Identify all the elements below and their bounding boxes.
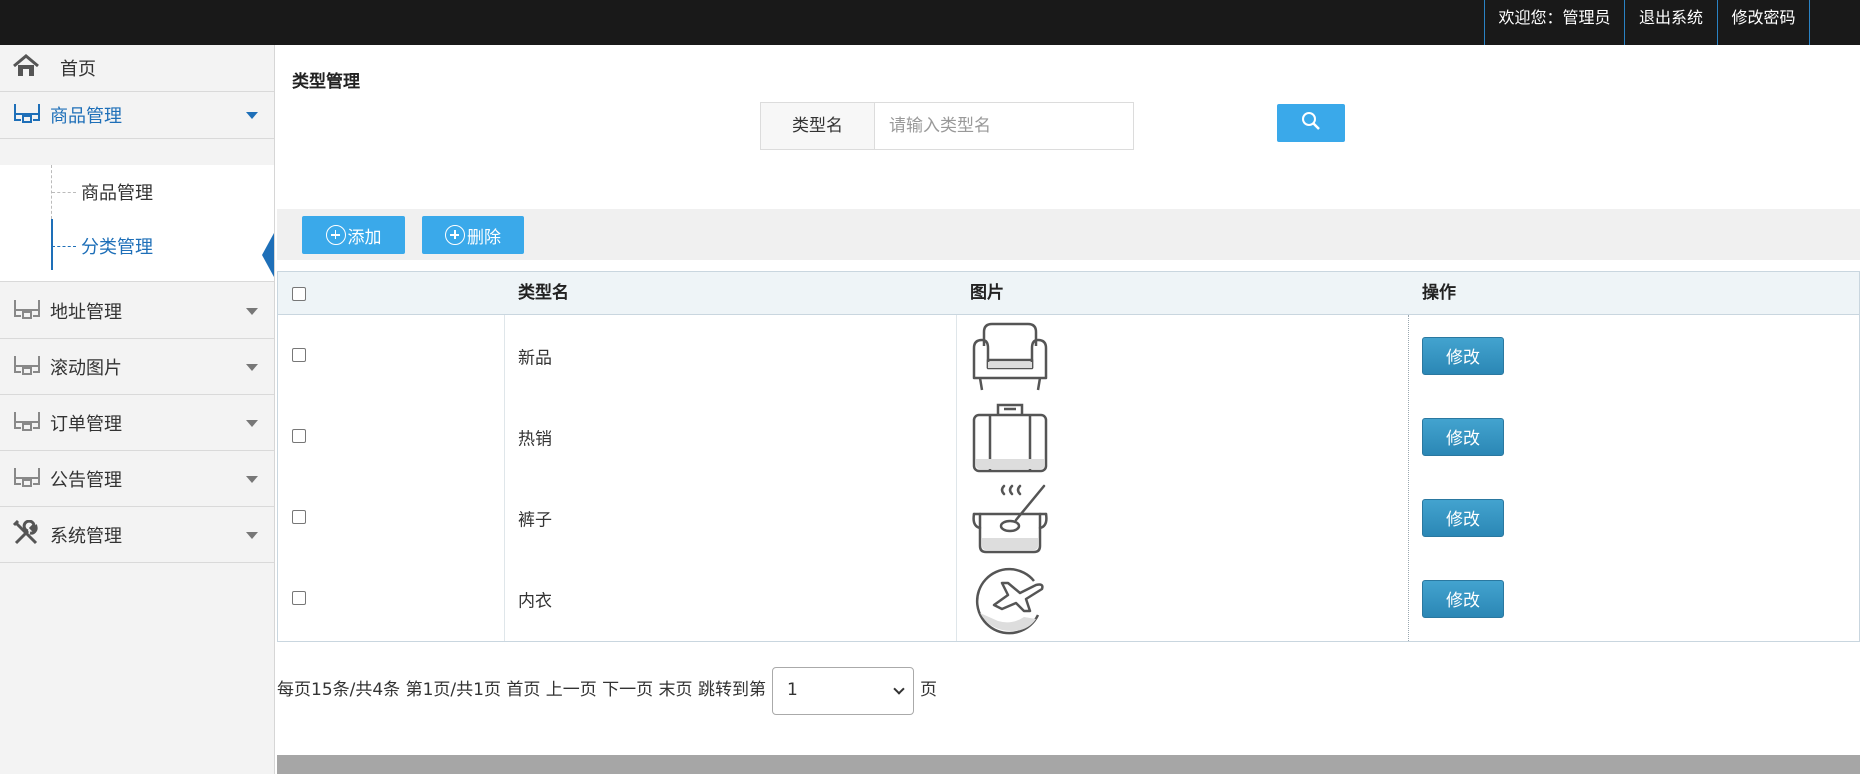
select-all-checkbox[interactable]	[292, 287, 306, 301]
add-button[interactable]: 添加	[302, 216, 405, 254]
edit-button[interactable]: 修改	[1422, 417, 1504, 456]
page-select[interactable]: 1	[772, 667, 914, 715]
chevron-down-icon	[246, 112, 258, 119]
search-group: 类型名	[760, 102, 1134, 150]
category-name: 热销	[518, 429, 552, 449]
table-row: 新品 修改	[278, 315, 1859, 396]
network-icon	[12, 102, 42, 128]
chevron-down-icon	[893, 683, 905, 695]
network-icon	[12, 410, 42, 436]
sidebar-group-products[interactable]: 商品管理	[0, 92, 274, 139]
table-header: 类型名 图片 操作	[278, 272, 1859, 315]
submenu-item-label: 分类管理	[81, 237, 153, 258]
column-header-name: 类型名	[518, 283, 569, 303]
tree-branch	[52, 246, 76, 247]
sidebar-item-label: 首页	[60, 59, 96, 80]
tools-icon	[12, 519, 40, 550]
sidebar-item-label: 订单管理	[50, 413, 122, 435]
network-icon	[12, 466, 42, 492]
cooking-pot-icon	[968, 480, 1052, 556]
main-content: 类型管理 类型名 添加 删除 类型名 图片 操作 新品	[277, 52, 1860, 774]
logout-link[interactable]: 退出系统	[1625, 0, 1718, 45]
pagination-suffix: 页	[920, 680, 937, 700]
sidebar-item-label: 地址管理	[50, 301, 122, 323]
table-row: 热销 修改	[278, 396, 1859, 477]
category-name: 内衣	[518, 591, 552, 611]
sidebar: 首页 商品管理 商品管理 分类管理 地址管理 滚动图片 订单管理 公告管理 系统…	[0, 45, 275, 774]
chevron-down-icon	[246, 475, 258, 483]
change-password-link[interactable]: 修改密码	[1718, 0, 1810, 45]
page-title: 类型管理	[292, 72, 360, 92]
submenu-products: 商品管理 分类管理	[0, 165, 274, 282]
submenu-item-products[interactable]: 商品管理	[0, 165, 274, 219]
toolbar: 添加 删除	[277, 209, 1860, 260]
chevron-down-icon	[246, 307, 258, 315]
sidebar-group-address[interactable]: 地址管理	[0, 283, 274, 339]
submenu-item-label: 商品管理	[81, 183, 153, 204]
delete-button-label: 删除	[467, 227, 501, 248]
search-button[interactable]	[1277, 104, 1345, 142]
table-row: 裤子 修改	[278, 477, 1859, 558]
sidebar-item-label: 滚动图片	[50, 357, 122, 379]
suitcase-icon	[968, 399, 1052, 475]
row-checkbox[interactable]	[292, 510, 306, 524]
category-name: 裤子	[518, 510, 552, 530]
edit-button[interactable]: 修改	[1422, 579, 1504, 618]
category-table: 类型名 图片 操作 新品 修改 热销 修改 裤子 修改 内衣 修改	[277, 271, 1860, 642]
page-select-value: 1	[787, 680, 798, 700]
chevron-down-icon	[246, 363, 258, 371]
row-checkbox[interactable]	[292, 348, 306, 362]
pagination-text: 每页15条/共4条 第1页/共1页 首页 上一页 下一页 末页 跳转到第	[277, 680, 766, 700]
add-button-label: 添加	[347, 227, 382, 248]
sidebar-item-label: 商品管理	[50, 106, 122, 127]
column-header-image: 图片	[970, 283, 1004, 303]
network-icon	[12, 298, 42, 324]
category-name: 新品	[518, 348, 552, 368]
sidebar-group-notices[interactable]: 公告管理	[0, 451, 274, 507]
edit-button[interactable]: 修改	[1422, 336, 1504, 375]
active-pointer-icon	[262, 233, 274, 277]
row-checkbox[interactable]	[292, 429, 306, 443]
row-checkbox[interactable]	[292, 591, 306, 605]
armchair-icon	[968, 318, 1052, 394]
network-icon	[12, 354, 42, 380]
column-header-actions: 操作	[1422, 283, 1456, 303]
search-icon	[1301, 111, 1321, 135]
horizontal-scrollbar[interactable]	[277, 755, 1860, 774]
sidebar-item-label: 系统管理	[50, 525, 122, 547]
sidebar-item-home[interactable]: 首页	[0, 45, 274, 92]
delete-button[interactable]: 删除	[422, 216, 524, 254]
plus-circle-icon	[445, 225, 465, 245]
tree-branch	[52, 192, 76, 193]
search-input[interactable]	[876, 103, 1133, 149]
home-icon	[12, 54, 40, 82]
welcome-text: 欢迎您：管理员	[1484, 0, 1625, 45]
table-row: 内衣 修改	[278, 558, 1859, 639]
edit-button[interactable]: 修改	[1422, 498, 1504, 537]
search-label: 类型名	[761, 103, 875, 149]
top-bar: 欢迎您：管理员 退出系统 修改密码	[0, 0, 1860, 45]
sidebar-group-banner[interactable]: 滚动图片	[0, 339, 274, 395]
sidebar-group-system[interactable]: 系统管理	[0, 507, 274, 563]
chevron-down-icon	[246, 531, 258, 539]
submenu-item-categories[interactable]: 分类管理	[0, 219, 274, 273]
plus-circle-icon	[325, 225, 346, 245]
sidebar-item-label: 公告管理	[50, 469, 122, 491]
sidebar-group-orders[interactable]: 订单管理	[0, 395, 274, 451]
chevron-down-icon	[246, 419, 258, 427]
airplane-icon	[968, 561, 1052, 637]
